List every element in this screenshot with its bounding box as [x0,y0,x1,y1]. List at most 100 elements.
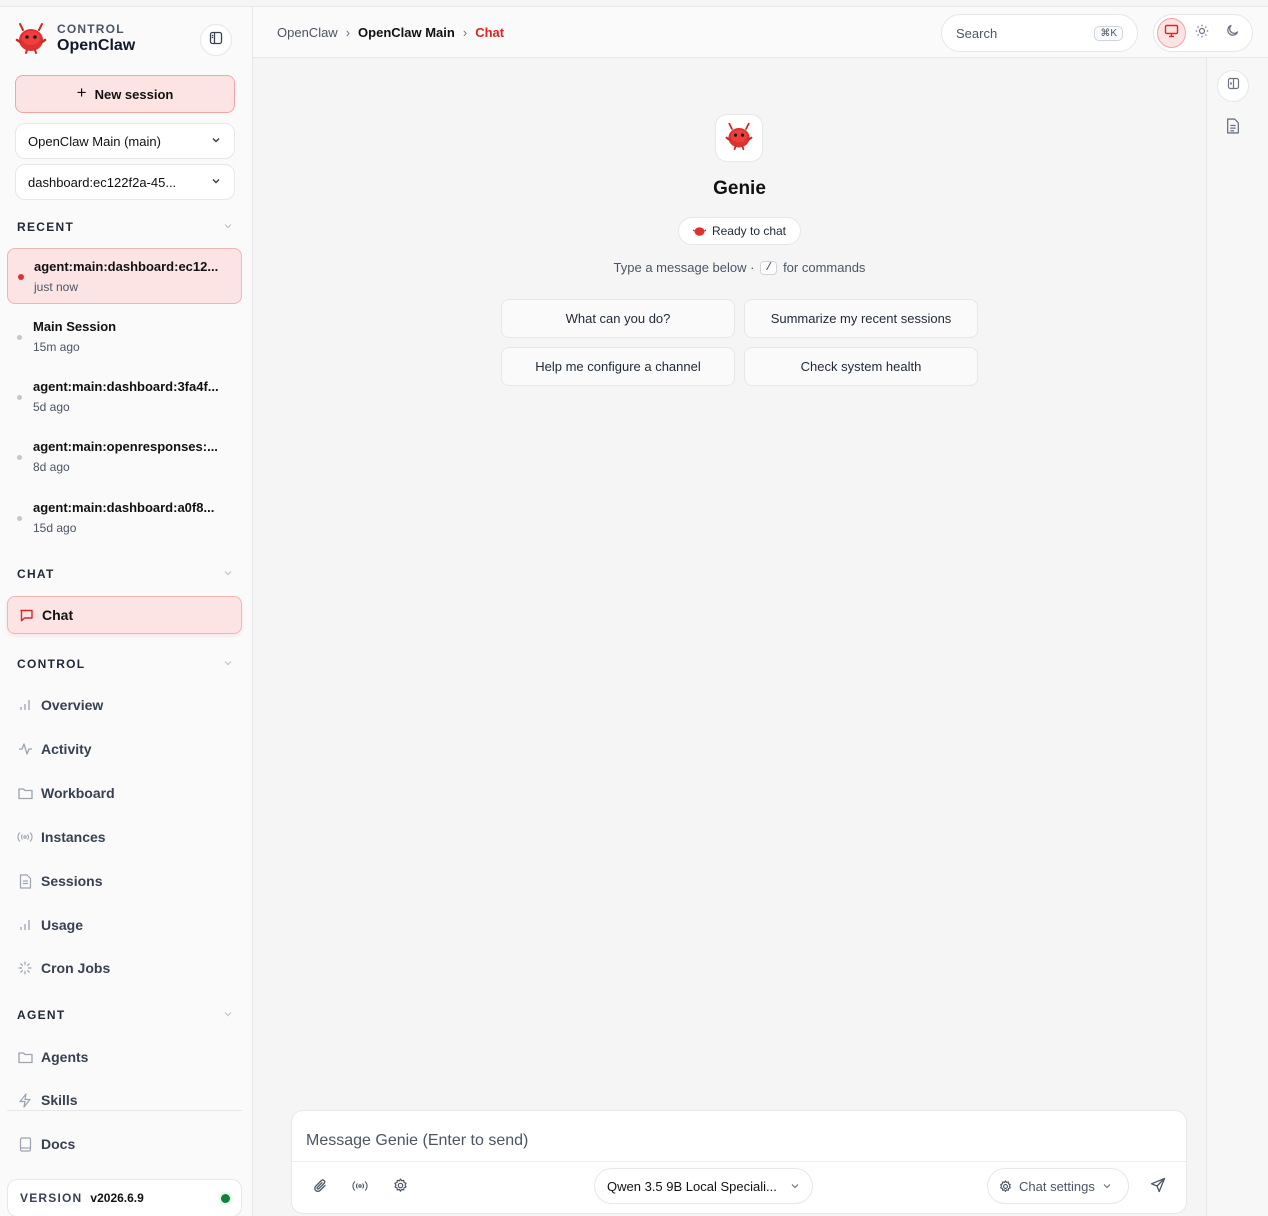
toggle-panel-button[interactable] [1217,70,1249,102]
right-rail [1206,58,1268,1216]
chat-settings-button[interactable]: Chat settings [987,1168,1129,1204]
bar-chart-icon [17,917,33,933]
sidebar-item-chat[interactable]: Chat [7,596,242,634]
message-input[interactable]: Message Genie (Enter to send) [306,1132,528,1150]
chevron-down-icon [223,1008,233,1022]
chevron-down-icon [1102,1181,1112,1191]
send-icon [1150,1177,1166,1198]
broadcast-icon [352,1179,368,1197]
plus-icon: + [76,83,87,102]
sidebar-item-usage[interactable]: Usage [7,906,242,944]
control-header-label: CONTROL [17,657,86,671]
version-value: v2026.6.9 [90,1191,144,1205]
suggestion-button[interactable]: Summarize my recent sessions [744,299,978,338]
breadcrumb-item-current: Chat [475,25,505,40]
sidebar-item-sessions[interactable]: Sessions [7,862,242,900]
voice-button[interactable] [347,1175,373,1201]
connection-status-dot [221,1193,230,1203]
model-select[interactable]: Qwen 3.5 9B Local Speciali... [594,1168,813,1204]
suggestion-button[interactable]: Check system health [744,347,978,386]
breadcrumb-item-main[interactable]: OpenClaw Main [358,25,455,40]
chat-bubble-icon [18,607,34,623]
sidebar-item-label: Activity [41,741,92,757]
recent-session-time: 5d ago [33,400,70,414]
bar-chart-icon [17,697,33,713]
paperclip-icon [313,1178,328,1199]
sidebar-item-label: Agents [41,1049,89,1065]
agent-section-header[interactable]: AGENT [17,1008,233,1022]
sidebar-item-instances[interactable]: Instances [7,818,242,856]
version-label: VERSION [20,1191,83,1205]
document-icon [17,873,33,889]
new-session-label: New session [94,86,174,102]
theme-switcher [1153,14,1253,52]
breadcrumb: OpenClaw › OpenClaw Main › Chat [277,25,504,40]
activity-pulse-icon [17,741,33,757]
broadcast-icon [17,829,33,845]
open-document-button[interactable] [1217,112,1249,144]
theme-system-button[interactable] [1157,18,1186,48]
recent-section-header[interactable]: RECENT [17,220,233,234]
assistant-avatar [715,114,763,162]
chat-section-header[interactable]: CHAT [17,567,233,581]
tools-button[interactable] [387,1175,413,1201]
recent-session-item[interactable]: agent:main:dashboard:a0f8... 15d ago [7,490,242,546]
version-badge: VERSION v2026.6.9 [7,1179,242,1216]
lightning-icon [17,1092,33,1108]
recent-session-item[interactable]: agent:main:dashboard:ec12... just now [7,248,242,304]
suggestion-button[interactable]: What can you do? [501,299,735,338]
folder-icon [17,785,33,801]
status-label: Ready to chat [711,224,787,238]
new-session-button[interactable]: + New session [15,75,235,113]
mascot-small-icon [692,226,706,237]
brand-title: OpenClaw [57,36,136,54]
document-icon [1226,117,1240,139]
sidebar-item-label: Docs [41,1136,76,1152]
recent-session-item[interactable]: agent:main:dashboard:3fa4f... 5d ago [7,369,242,425]
session-select[interactable]: dashboard:ec122f2a-45... [15,164,235,200]
panel-right-icon [1227,77,1240,95]
sidebar-item-overview[interactable]: Overview [7,686,242,724]
sidebar-item-activity[interactable]: Activity [7,730,242,768]
status-dot-icon [17,395,22,400]
recent-session-item[interactable]: agent:main:openresponses:... 8d ago [7,429,242,485]
sidebar-item-label: Chat [42,607,74,623]
search-placeholder: Search [956,25,998,41]
sidebar-item-skills[interactable]: Skills [7,1081,242,1119]
brand: CONTROL OpenClaw [14,21,135,55]
collapse-sidebar-button[interactable] [200,24,232,56]
chevron-down-icon [223,220,233,234]
recent-header-label: RECENT [17,220,75,234]
sidebar-item-cron-jobs[interactable]: Cron Jobs [7,949,242,987]
attach-button[interactable] [307,1175,333,1201]
slash-key-badge: / [760,260,778,275]
breadcrumb-item-openclaw[interactable]: OpenClaw [277,25,338,40]
theme-light-button[interactable] [1188,18,1217,48]
sidebar-item-agents[interactable]: Agents [7,1038,242,1076]
sidebar-item-docs[interactable]: Docs [7,1125,242,1163]
session-select-value: dashboard:ec122f2a-45... [28,174,177,190]
agent-select-value: OpenClaw Main (main) [28,133,161,149]
recent-session-item[interactable]: Main Session 15m ago [7,309,242,365]
gear-icon [393,1178,408,1198]
sidebar-item-label: Skills [41,1092,78,1108]
breadcrumb-separator-icon: › [462,25,468,40]
control-section-header[interactable]: CONTROL [17,657,233,671]
sun-icon [1195,24,1209,43]
chevron-down-icon [223,567,233,581]
suggestion-button[interactable]: Help me configure a channel [501,347,735,386]
recent-session-time: 15m ago [33,340,80,354]
search-input[interactable]: Search ⌘K [941,14,1138,52]
agent-select[interactable]: OpenClaw Main (main) [15,123,235,159]
chat-header-label: CHAT [17,567,55,581]
model-select-value: Qwen 3.5 9B Local Speciali... [607,1178,777,1194]
status-badge: Ready to chat [678,217,801,245]
recent-session-title: Main Session [33,319,117,334]
sidebar-item-label: Usage [41,917,84,933]
sidebar-item-label: Instances [41,829,106,845]
sidebar-item-workboard[interactable]: Workboard [7,774,242,812]
chat-main: Genie Ready to chat Type a message below… [253,58,1206,1216]
send-button[interactable] [1143,1172,1173,1202]
recent-session-time: 15d ago [33,521,77,535]
theme-dark-button[interactable] [1218,18,1247,48]
